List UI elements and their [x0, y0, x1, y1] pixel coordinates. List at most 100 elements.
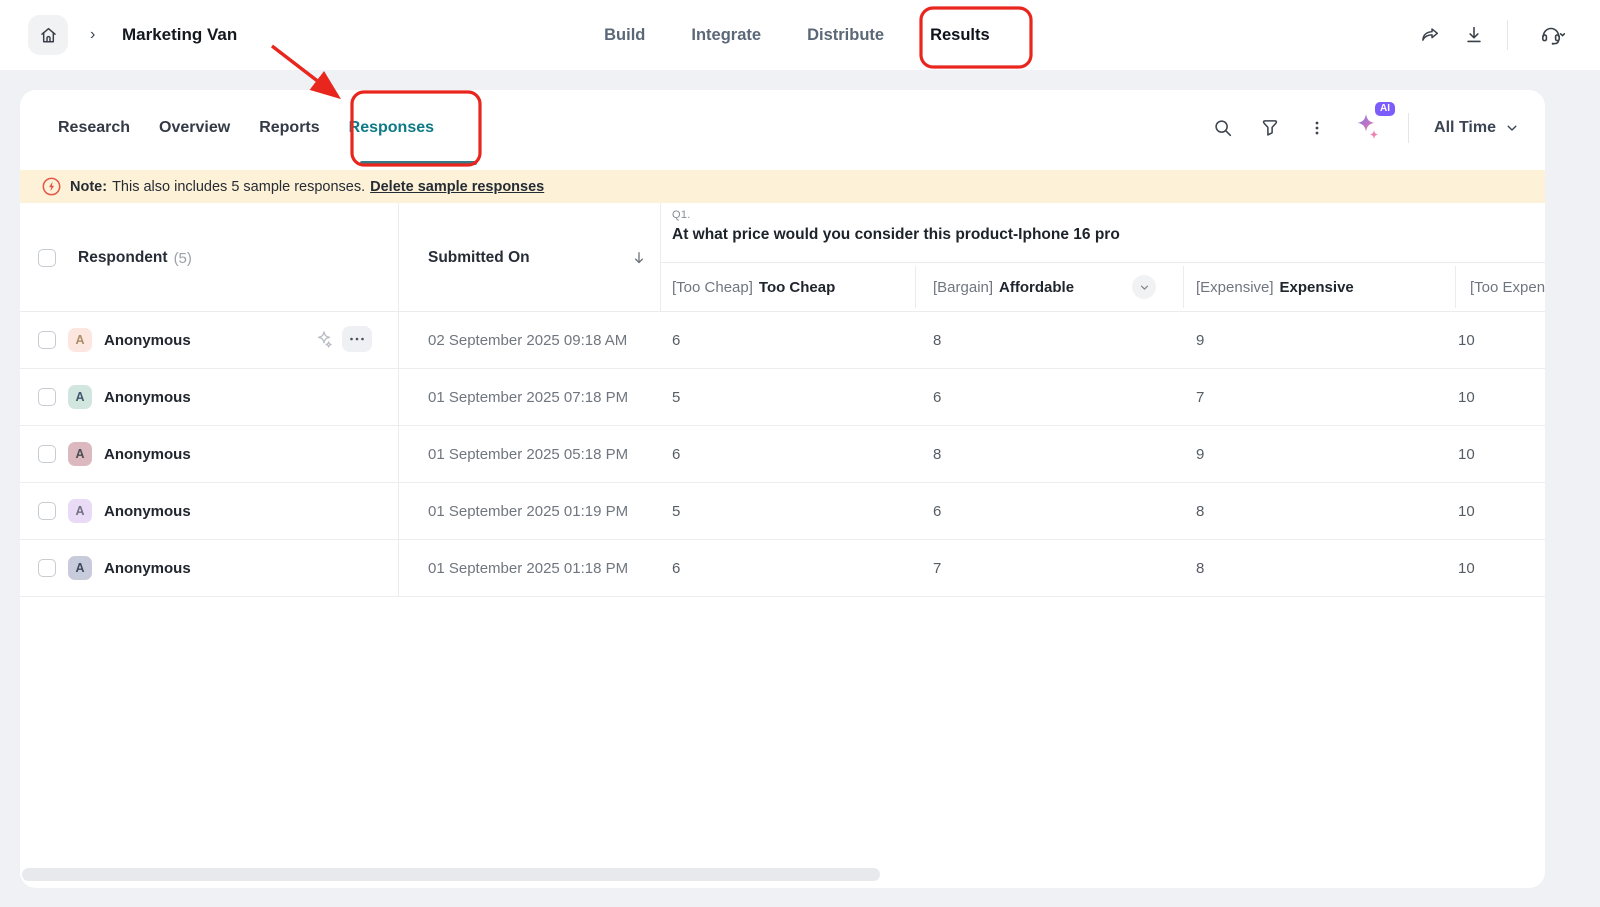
- respondent-name: Anonymous: [104, 540, 191, 597]
- subcolumn-divider: [1183, 266, 1184, 308]
- tab-research[interactable]: Research: [58, 119, 130, 137]
- headset-icon: [1539, 23, 1565, 47]
- kebab-menu-icon[interactable]: [1306, 117, 1328, 139]
- answer-expensive: 9: [1196, 426, 1204, 483]
- ai-assistant-button[interactable]: AI: [1353, 113, 1383, 143]
- answer-too-cheap: 6: [672, 540, 680, 597]
- column-affordable: [Bargain] Affordable: [933, 262, 1183, 312]
- submitted-column-divider: [660, 203, 661, 312]
- column-bracket: [Too Cheap]: [672, 279, 753, 296]
- subcolumn-divider: [1455, 266, 1456, 308]
- delete-sample-responses-link[interactable]: Delete sample responses: [370, 179, 544, 195]
- answer-too-cheap: 6: [672, 312, 680, 369]
- home-button[interactable]: [28, 15, 68, 55]
- column-too-cheap: [Too Cheap] Too Cheap: [672, 262, 902, 312]
- column-options-button[interactable]: [1132, 275, 1156, 299]
- row-checkbox[interactable]: [38, 445, 56, 463]
- table-row[interactable]: A Anonymous 01 September 2025 01:19 PM 5…: [20, 483, 1545, 540]
- topbar-actions: [1419, 0, 1574, 70]
- respondent-header-cell: Respondent (5): [38, 249, 192, 267]
- responses-table-body: A Anonymous 02 September 2025 09:18 AM 6…: [20, 312, 1545, 597]
- respondent-name: Anonymous: [104, 483, 191, 540]
- answer-too-cheap: 6: [672, 426, 680, 483]
- column-bracket: [Expensive]: [1196, 279, 1274, 296]
- answer-too-cheap: 5: [672, 483, 680, 540]
- avatar: A: [68, 556, 92, 580]
- results-tabs: Research Overview Reports Responses: [58, 90, 434, 165]
- chevron-down-icon: [1505, 121, 1519, 135]
- sample-responses-note: Note: This also includes 5 sample respon…: [20, 170, 1545, 203]
- column-expensive: [Expensive] Expensive: [1196, 262, 1436, 312]
- active-tab-underline: [360, 161, 477, 165]
- column-label: Expensive: [1280, 279, 1354, 296]
- column-label: Affordable: [999, 279, 1074, 296]
- answer-affordable: 6: [933, 483, 941, 540]
- nav-integrate[interactable]: Integrate: [691, 26, 761, 45]
- nav-build[interactable]: Build: [604, 26, 645, 45]
- submitted-on-value: 01 September 2025 05:18 PM: [428, 426, 628, 483]
- table-row[interactable]: A Anonymous 01 September 2025 01:18 PM 6…: [20, 540, 1545, 597]
- submitted-on-value: 01 September 2025 01:18 PM: [428, 540, 628, 597]
- column-label: Too Cheap: [759, 279, 835, 296]
- column-bracket: [Bargain]: [933, 279, 993, 296]
- nav-distribute[interactable]: Distribute: [807, 26, 884, 45]
- answer-too-cheap: 5: [672, 369, 680, 426]
- respondent-header-label: Respondent: [78, 249, 168, 267]
- submitted-on-value: 02 September 2025 09:18 AM: [428, 312, 627, 369]
- answer-expensive: 8: [1196, 483, 1204, 540]
- tab-reports[interactable]: Reports: [259, 119, 319, 137]
- answer-expensive: 9: [1196, 312, 1204, 369]
- note-body: This also includes 5 sample responses.: [112, 179, 365, 195]
- answer-affordable: 8: [933, 312, 941, 369]
- breadcrumb-separator: ›: [90, 0, 95, 70]
- tab-responses[interactable]: Responses: [349, 119, 434, 137]
- row-checkbox[interactable]: [38, 331, 56, 349]
- share-forward-icon[interactable]: [1419, 24, 1441, 46]
- support-menu[interactable]: [1530, 24, 1574, 46]
- row-actions: [314, 326, 372, 352]
- table-row[interactable]: A Anonymous 01 September 2025 07:18 PM 5…: [20, 369, 1545, 426]
- table-row[interactable]: A Anonymous 01 September 2025 05:18 PM 6…: [20, 426, 1545, 483]
- question-header: Q1. At what price would you consider thi…: [672, 209, 1120, 244]
- avatar: A: [68, 499, 92, 523]
- toolbar-divider: [1408, 113, 1409, 143]
- submitted-on-header-cell[interactable]: Submitted On: [428, 249, 648, 267]
- answer-expensive: 8: [1196, 540, 1204, 597]
- tab-overview[interactable]: Overview: [159, 119, 230, 137]
- horizontal-scrollbar[interactable]: [22, 868, 880, 881]
- answer-too-expensive: 10: [1458, 426, 1475, 483]
- note-label: Note:: [70, 179, 107, 195]
- respondent-name: Anonymous: [104, 426, 191, 483]
- avatar: A: [68, 385, 92, 409]
- row-checkbox[interactable]: [38, 388, 56, 406]
- search-icon[interactable]: [1212, 117, 1234, 139]
- question-number: Q1.: [672, 209, 1120, 221]
- home-icon: [38, 25, 59, 46]
- respondent-count: (5): [174, 250, 192, 267]
- table-row[interactable]: A Anonymous 02 September 2025 09:18 AM 6…: [20, 312, 1545, 369]
- main-nav: Build Integrate Distribute Results: [604, 0, 990, 70]
- row-more-button[interactable]: [342, 326, 372, 352]
- responses-toolbar: AI All Time: [1212, 90, 1519, 165]
- chevron-down-icon: [1139, 282, 1150, 293]
- time-range-dropdown[interactable]: All Time: [1434, 119, 1519, 137]
- nav-results[interactable]: Results: [930, 26, 990, 45]
- ai-sparkle-icon: [1353, 112, 1383, 144]
- answer-too-expensive: 10: [1458, 483, 1475, 540]
- time-range-value: All Time: [1434, 119, 1496, 137]
- answer-affordable: 8: [933, 426, 941, 483]
- lightning-circle-icon: [42, 177, 61, 196]
- subcolumn-divider: [915, 266, 916, 308]
- select-all-checkbox[interactable]: [38, 249, 56, 267]
- row-checkbox[interactable]: [38, 559, 56, 577]
- submitted-on-value: 01 September 2025 07:18 PM: [428, 369, 628, 426]
- answer-affordable: 6: [933, 369, 941, 426]
- submitted-on-header-label: Submitted On: [428, 249, 530, 267]
- sparkle-icon[interactable]: [314, 329, 334, 349]
- submitted-on-value: 01 September 2025 01:19 PM: [428, 483, 628, 540]
- row-checkbox[interactable]: [38, 502, 56, 520]
- funnel-icon[interactable]: [1259, 117, 1281, 139]
- respondent-name: Anonymous: [104, 369, 191, 426]
- ai-badge: AI: [1375, 102, 1395, 116]
- download-icon[interactable]: [1463, 24, 1485, 46]
